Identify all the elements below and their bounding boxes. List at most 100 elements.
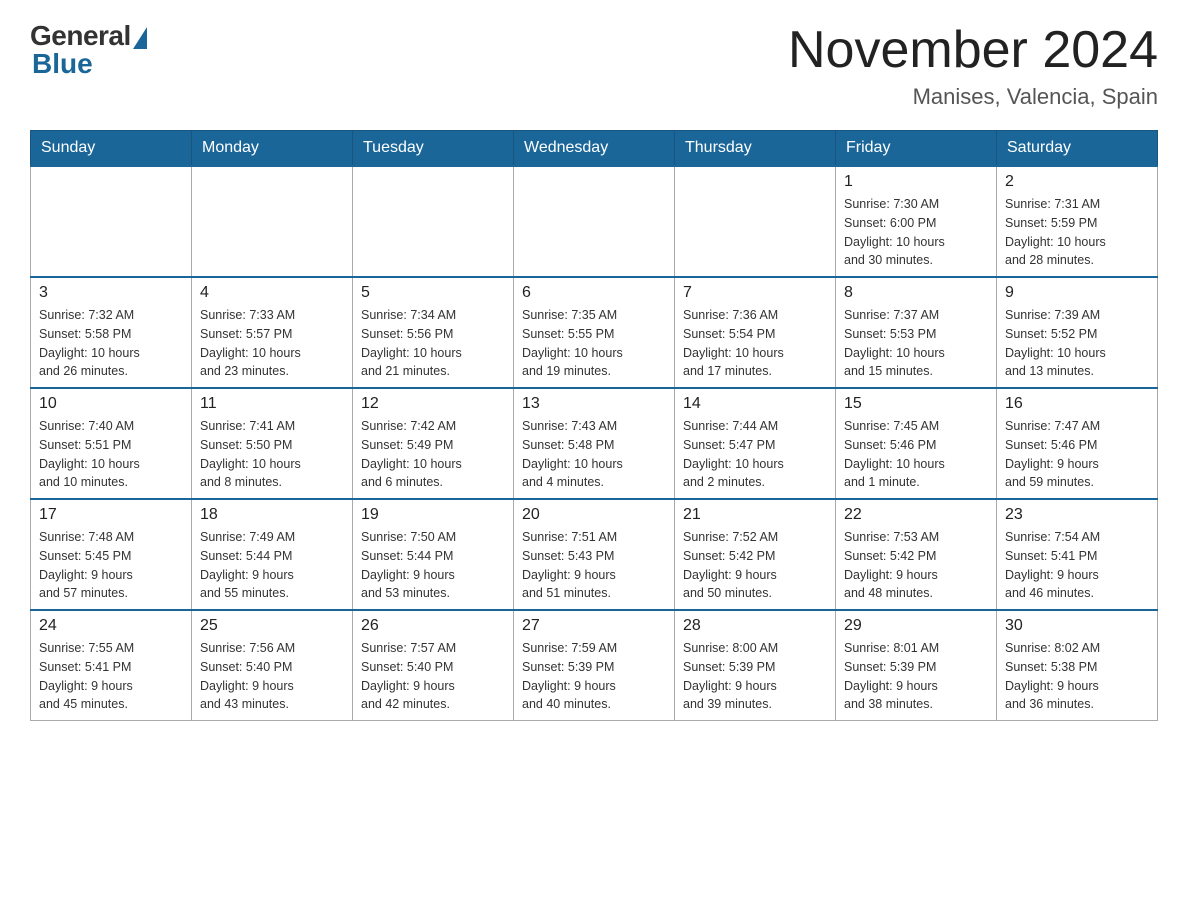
day-number: 19 xyxy=(361,506,505,524)
calendar-cell: 10 Sunrise: 7:40 AM Sunset: 5:51 PM Dayli… xyxy=(31,388,192,499)
day-info: Sunrise: 7:47 AM Sunset: 5:46 PM Dayligh… xyxy=(1005,417,1149,492)
day-info: Sunrise: 7:36 AM Sunset: 5:54 PM Dayligh… xyxy=(683,306,827,381)
day-info: Sunrise: 7:40 AM Sunset: 5:51 PM Dayligh… xyxy=(39,417,183,492)
day-number: 18 xyxy=(200,506,344,524)
day-info: Sunrise: 7:37 AM Sunset: 5:53 PM Dayligh… xyxy=(844,306,988,381)
calendar-cell: 3 Sunrise: 7:32 AM Sunset: 5:58 PM Daylig… xyxy=(31,277,192,388)
logo-triangle-icon xyxy=(133,27,147,49)
calendar-cell: 8 Sunrise: 7:37 AM Sunset: 5:53 PM Daylig… xyxy=(836,277,997,388)
calendar-cell: 1 Sunrise: 7:30 AM Sunset: 6:00 PM Daylig… xyxy=(836,166,997,277)
day-info: Sunrise: 7:52 AM Sunset: 5:42 PM Dayligh… xyxy=(683,528,827,603)
day-number: 27 xyxy=(522,617,666,635)
calendar-cell: 23 Sunrise: 7:54 AM Sunset: 5:41 PM Dayli… xyxy=(997,499,1158,610)
day-info: Sunrise: 7:43 AM Sunset: 5:48 PM Dayligh… xyxy=(522,417,666,492)
day-info: Sunrise: 7:51 AM Sunset: 5:43 PM Dayligh… xyxy=(522,528,666,603)
day-number: 29 xyxy=(844,617,988,635)
calendar-cell: 28 Sunrise: 8:00 AM Sunset: 5:39 PM Dayli… xyxy=(675,610,836,721)
day-info: Sunrise: 7:50 AM Sunset: 5:44 PM Dayligh… xyxy=(361,528,505,603)
calendar-week-5: 24Sunrise: 7:55 AM Sunset: 5:41 PM Dayli… xyxy=(31,610,1158,721)
calendar-cell: 13Sunrise: 7:43 AM Sunset: 5:48 PM Dayli… xyxy=(514,388,675,499)
day-number: 12 xyxy=(361,395,505,413)
calendar-week-1: 1 Sunrise: 7:30 AM Sunset: 6:00 PM Daylig… xyxy=(31,166,1158,277)
day-info: Sunrise: 8:00 AM Sunset: 5:39 PM Dayligh… xyxy=(683,639,827,714)
day-number: 5 xyxy=(361,284,505,302)
calendar-cell xyxy=(514,166,675,277)
day-number: 25 xyxy=(200,617,344,635)
calendar-cell: 2Sunrise: 7:31 AM Sunset: 5:59 PM Daylig… xyxy=(997,166,1158,277)
calendar-cell: 16 Sunrise: 7:47 AM Sunset: 5:46 PM Dayli… xyxy=(997,388,1158,499)
day-info: Sunrise: 7:32 AM Sunset: 5:58 PM Dayligh… xyxy=(39,306,183,381)
day-info: Sunrise: 8:01 AM Sunset: 5:39 PM Dayligh… xyxy=(844,639,988,714)
calendar-cell xyxy=(353,166,514,277)
calendar-cell: 14 Sunrise: 7:44 AM Sunset: 5:47 PM Dayli… xyxy=(675,388,836,499)
day-info: Sunrise: 7:39 AM Sunset: 5:52 PM Dayligh… xyxy=(1005,306,1149,381)
logo: General Blue xyxy=(30,20,147,80)
day-number: 6 xyxy=(522,284,666,302)
day-info: Sunrise: 7:44 AM Sunset: 5:47 PM Dayligh… xyxy=(683,417,827,492)
day-number: 17 xyxy=(39,506,183,524)
day-number: 30 xyxy=(1005,617,1149,635)
calendar-table: SundayMondayTuesdayWednesdayThursdayFrid… xyxy=(30,130,1158,721)
day-number: 22 xyxy=(844,506,988,524)
calendar-cell: 4 Sunrise: 7:33 AM Sunset: 5:57 PM Daylig… xyxy=(192,277,353,388)
calendar-cell: 19 Sunrise: 7:50 AM Sunset: 5:44 PM Dayli… xyxy=(353,499,514,610)
day-number: 1 xyxy=(844,173,988,191)
calendar-cell: 27 Sunrise: 7:59 AM Sunset: 5:39 PM Dayli… xyxy=(514,610,675,721)
weekday-header-sunday: Sunday xyxy=(31,131,192,167)
day-number: 20 xyxy=(522,506,666,524)
day-number: 4 xyxy=(200,284,344,302)
title-section: November 2024 Manises, Valencia, Spain xyxy=(788,20,1158,110)
calendar-cell: 18 Sunrise: 7:49 AM Sunset: 5:44 PM Dayli… xyxy=(192,499,353,610)
calendar-cell: 12 Sunrise: 7:42 AM Sunset: 5:49 PM Dayli… xyxy=(353,388,514,499)
day-number: 16 xyxy=(1005,395,1149,413)
calendar-cell: 17 Sunrise: 7:48 AM Sunset: 5:45 PM Dayli… xyxy=(31,499,192,610)
day-info: Sunrise: 7:35 AM Sunset: 5:55 PM Dayligh… xyxy=(522,306,666,381)
calendar-week-4: 17 Sunrise: 7:48 AM Sunset: 5:45 PM Dayli… xyxy=(31,499,1158,610)
day-info: Sunrise: 7:41 AM Sunset: 5:50 PM Dayligh… xyxy=(200,417,344,492)
day-info: Sunrise: 7:33 AM Sunset: 5:57 PM Dayligh… xyxy=(200,306,344,381)
day-info: Sunrise: 7:42 AM Sunset: 5:49 PM Dayligh… xyxy=(361,417,505,492)
day-info: Sunrise: 7:55 AM Sunset: 5:41 PM Dayligh… xyxy=(39,639,183,714)
calendar-cell: 26Sunrise: 7:57 AM Sunset: 5:40 PM Dayli… xyxy=(353,610,514,721)
day-number: 11 xyxy=(200,395,344,413)
day-info: Sunrise: 7:30 AM Sunset: 6:00 PM Dayligh… xyxy=(844,195,988,270)
day-number: 21 xyxy=(683,506,827,524)
calendar-week-3: 10 Sunrise: 7:40 AM Sunset: 5:51 PM Dayli… xyxy=(31,388,1158,499)
day-info: Sunrise: 7:54 AM Sunset: 5:41 PM Dayligh… xyxy=(1005,528,1149,603)
day-info: Sunrise: 7:49 AM Sunset: 5:44 PM Dayligh… xyxy=(200,528,344,603)
calendar-cell: 20 Sunrise: 7:51 AM Sunset: 5:43 PM Dayli… xyxy=(514,499,675,610)
location-text: Manises, Valencia, Spain xyxy=(788,84,1158,110)
calendar-cell: 9Sunrise: 7:39 AM Sunset: 5:52 PM Daylig… xyxy=(997,277,1158,388)
weekday-header-friday: Friday xyxy=(836,131,997,167)
day-info: Sunrise: 7:34 AM Sunset: 5:56 PM Dayligh… xyxy=(361,306,505,381)
day-number: 3 xyxy=(39,284,183,302)
day-number: 8 xyxy=(844,284,988,302)
weekday-header-saturday: Saturday xyxy=(997,131,1158,167)
calendar-cell: 6 Sunrise: 7:35 AM Sunset: 5:55 PM Daylig… xyxy=(514,277,675,388)
calendar-cell: 29 Sunrise: 8:01 AM Sunset: 5:39 PM Dayli… xyxy=(836,610,997,721)
calendar-cell: 30 Sunrise: 8:02 AM Sunset: 5:38 PM Dayli… xyxy=(997,610,1158,721)
month-title: November 2024 xyxy=(788,20,1158,80)
logo-blue-text: Blue xyxy=(32,48,93,80)
day-number: 14 xyxy=(683,395,827,413)
day-number: 2 xyxy=(1005,173,1149,191)
calendar-cell xyxy=(192,166,353,277)
calendar-cell: 22Sunrise: 7:53 AM Sunset: 5:42 PM Dayli… xyxy=(836,499,997,610)
day-info: Sunrise: 7:48 AM Sunset: 5:45 PM Dayligh… xyxy=(39,528,183,603)
day-number: 28 xyxy=(683,617,827,635)
weekday-header-row: SundayMondayTuesdayWednesdayThursdayFrid… xyxy=(31,131,1158,167)
weekday-header-wednesday: Wednesday xyxy=(514,131,675,167)
calendar-cell: 15Sunrise: 7:45 AM Sunset: 5:46 PM Dayli… xyxy=(836,388,997,499)
day-number: 23 xyxy=(1005,506,1149,524)
day-number: 10 xyxy=(39,395,183,413)
day-info: Sunrise: 7:56 AM Sunset: 5:40 PM Dayligh… xyxy=(200,639,344,714)
calendar-cell: 24Sunrise: 7:55 AM Sunset: 5:41 PM Dayli… xyxy=(31,610,192,721)
day-info: Sunrise: 8:02 AM Sunset: 5:38 PM Dayligh… xyxy=(1005,639,1149,714)
calendar-cell: 21 Sunrise: 7:52 AM Sunset: 5:42 PM Dayli… xyxy=(675,499,836,610)
calendar-cell xyxy=(31,166,192,277)
weekday-header-thursday: Thursday xyxy=(675,131,836,167)
day-number: 26 xyxy=(361,617,505,635)
day-info: Sunrise: 7:59 AM Sunset: 5:39 PM Dayligh… xyxy=(522,639,666,714)
calendar-cell: 5 Sunrise: 7:34 AM Sunset: 5:56 PM Daylig… xyxy=(353,277,514,388)
weekday-header-tuesday: Tuesday xyxy=(353,131,514,167)
